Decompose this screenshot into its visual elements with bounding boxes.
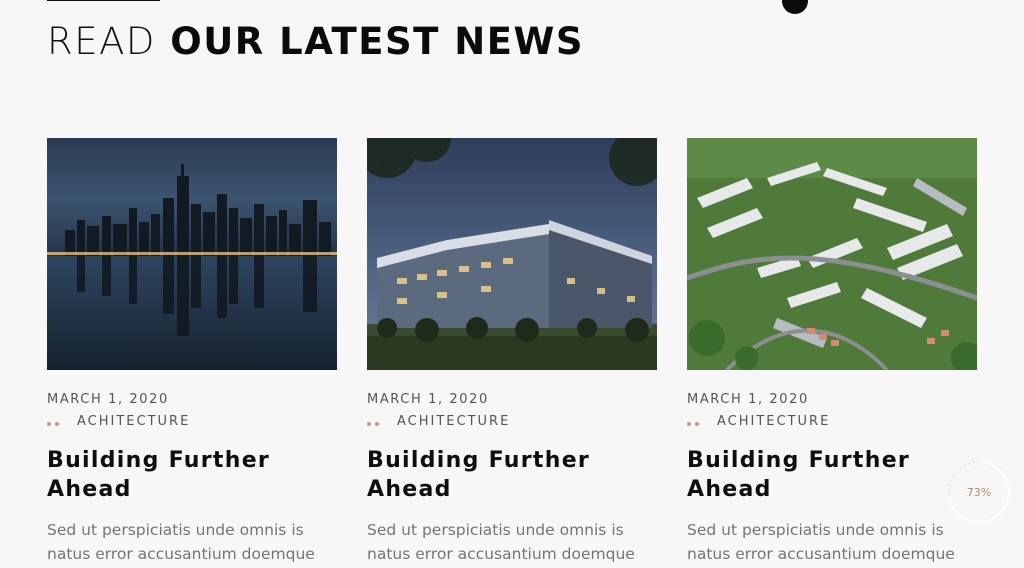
section-heading-light: READ: [47, 20, 156, 63]
post-excerpt: Sed ut perspiciatis unde omnis is natus …: [367, 521, 635, 563]
post-category-label: ACHITECTURE: [717, 413, 831, 429]
post-date: MARCH 1, 2020: [367, 392, 489, 407]
news-card: MARCH 1, 2020 ACHITECTURE Building Furth…: [47, 138, 337, 563]
category-dots-icon: [687, 422, 717, 426]
post-title[interactable]: Building Further Ahead: [687, 446, 977, 504]
post-category[interactable]: ACHITECTURE: [367, 413, 510, 429]
post-category-label: ACHITECTURE: [397, 413, 511, 429]
post-title-line2: Ahead: [47, 477, 132, 502]
scroll-progress-label: 73%: [966, 485, 992, 499]
section-heading: READ OUR LATEST NEWS: [47, 18, 584, 66]
post-title-line1: Building Further: [367, 448, 591, 473]
post-title[interactable]: Building Further Ahead: [47, 446, 337, 504]
scroll-to-top-button[interactable]: 73%: [946, 459, 1012, 525]
post-category-label: ACHITECTURE: [77, 413, 191, 429]
heading-accent-line: [47, 0, 160, 1]
category-dots-icon: [47, 422, 77, 426]
post-title[interactable]: Building Further Ahead: [367, 446, 657, 504]
section-heading-bold: OUR LATEST NEWS: [170, 20, 584, 63]
post-title-line2: Ahead: [687, 477, 772, 502]
news-card: MARCH 1, 2020 ACHITECTURE Building Furth…: [367, 138, 657, 563]
post-date: MARCH 1, 2020: [47, 392, 169, 407]
post-date: MARCH 1, 2020: [687, 392, 809, 407]
custom-cursor: [782, 0, 808, 14]
category-dots-icon: [367, 422, 397, 426]
post-excerpt: Sed ut perspiciatis unde omnis is natus …: [47, 521, 315, 563]
post-image-office-building[interactable]: [367, 138, 657, 370]
post-excerpt: Sed ut perspiciatis unde omnis is natus …: [687, 521, 955, 563]
post-title-line2: Ahead: [367, 477, 452, 502]
post-image-aerial-housing[interactable]: [687, 138, 977, 370]
post-title-line1: Building Further: [687, 448, 911, 473]
news-card: MARCH 1, 2020 ACHITECTURE Building Furth…: [687, 138, 977, 563]
post-image-city-skyline[interactable]: [47, 138, 337, 370]
post-category[interactable]: ACHITECTURE: [47, 413, 190, 429]
post-title-line1: Building Further: [47, 448, 271, 473]
post-category[interactable]: ACHITECTURE: [687, 413, 830, 429]
